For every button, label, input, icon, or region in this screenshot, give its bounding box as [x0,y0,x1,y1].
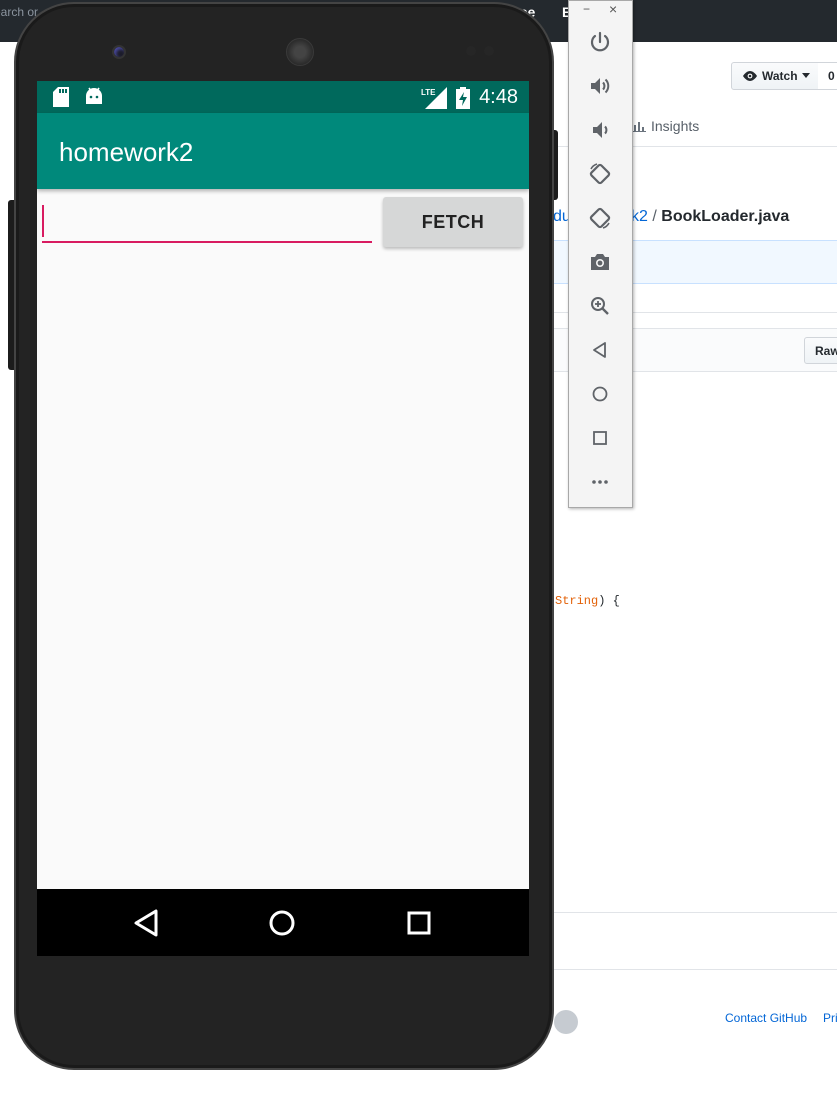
divider [553,969,837,970]
home-icon[interactable] [262,903,302,943]
front-camera-icon [112,45,126,59]
volume-up-icon[interactable] [588,74,612,98]
eye-icon [743,71,757,81]
github-logo-icon[interactable] [554,1010,578,1034]
overview-icon[interactable] [399,903,439,943]
close-button[interactable]: × [609,1,617,17]
camera-icon[interactable] [588,250,612,274]
sd-card-icon [53,87,69,107]
back-icon[interactable] [126,903,166,943]
power-icon[interactable] [588,30,612,54]
lte-signal-icon: LTE [421,87,447,109]
proximity-sensor [466,46,476,56]
divider [553,912,837,913]
desktop: earch or lace E Watch 0 Insights duork2 … [0,0,837,1112]
earpiece-speaker [286,38,314,66]
home-icon[interactable] [588,382,612,406]
lte-label: LTE [421,88,436,97]
app-title: homework2 [59,137,194,167]
code-line: String) { [555,594,620,608]
device-screen: LTE 4:48 homework2 FETCH [37,81,529,956]
rotate-left-icon[interactable] [588,162,612,186]
query-input[interactable] [42,201,372,243]
tab-insights-label: Insights [651,118,700,134]
text-cursor [42,205,44,237]
more-icon[interactable] [588,470,612,494]
watch-label: Watch [762,69,798,83]
code-type: String [555,594,599,608]
tab-insights[interactable]: Insights [632,118,699,134]
light-sensor [484,46,494,56]
privacy-link[interactable]: Pri [823,1011,837,1025]
android-icon [86,87,102,104]
volume-down-icon[interactable] [588,118,612,142]
rotate-right-icon[interactable] [588,206,612,230]
overview-icon[interactable] [588,426,612,450]
caret-down-icon [801,73,810,78]
back-icon[interactable] [588,338,612,362]
breadcrumb-file: BookLoader.java [661,208,790,225]
raw-button[interactable]: Raw [804,337,837,364]
contact-github-link[interactable]: Contact GitHub [725,1011,807,1025]
watch-count[interactable]: 0 [818,62,837,90]
github-search-input[interactable]: earch or [0,5,38,19]
zoom-icon[interactable] [588,294,612,318]
fetch-button[interactable]: FETCH [383,197,523,247]
navigation-bar [37,889,529,956]
battery-charging-icon [456,87,470,109]
emulator-toolbar: − × [568,0,633,508]
status-time: 4:48 [479,86,518,108]
app-bar: homework2 [37,113,529,189]
code-rest: ) { [598,594,620,608]
minimize-button[interactable]: − [583,2,590,16]
graph-icon [632,122,646,132]
watch-button[interactable]: Watch [731,62,819,90]
status-bar: LTE 4:48 [37,81,529,113]
breadcrumb-separator: / [652,208,657,225]
